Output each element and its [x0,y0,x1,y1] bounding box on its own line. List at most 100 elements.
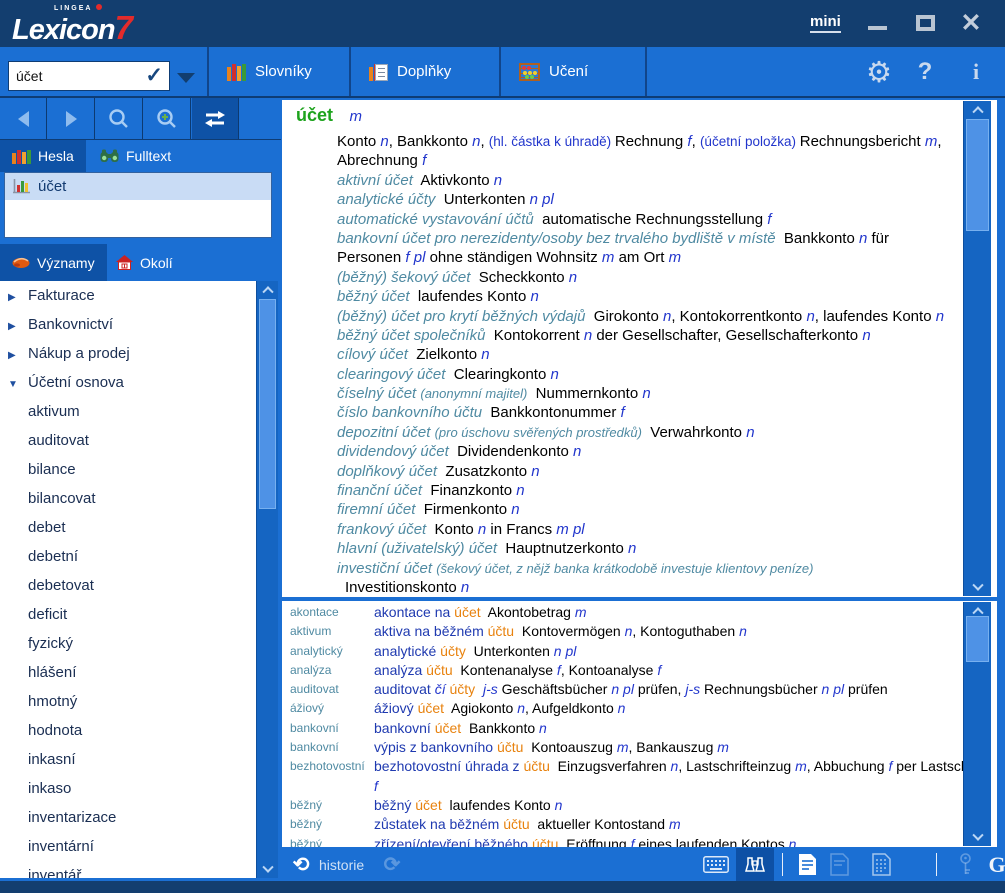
text-segment: čí [435,681,450,697]
text-segment: n [806,308,814,325]
tab-vyznamy[interactable]: Významy [0,244,107,281]
collocation-row[interactable]: analytickýanalytické účty Unterkonten n … [290,642,991,661]
tree-item[interactable]: bilance [0,455,256,484]
tree-item[interactable]: debet [0,513,256,542]
back-button[interactable] [0,98,47,139]
tree-item[interactable]: hmotný [0,687,256,716]
collocation-row[interactable]: aktivumaktiva na běžném účtu Kontovermög… [290,622,991,641]
tab-uceni[interactable]: Učení [501,47,645,96]
entry-scrollbar[interactable] [963,101,991,596]
tree-item-label: fyzický [28,635,73,652]
collocation-row[interactable]: běžnýběžný účet laufendes Konto n [290,796,991,815]
text-segment: běžný účet společníků [337,327,485,344]
collocation-text: bankovní účet Bankkonto n [374,719,991,738]
text-segment: n [530,288,538,305]
search-button[interactable] [96,98,143,139]
collocation-row[interactable]: ážiovýážiový účet Agiokonto n, Aufgeldko… [290,699,991,718]
minimize-button[interactable] [862,10,892,36]
collocation-row[interactable]: bankovnívýpis z bankovního účtu Kontoaus… [290,738,991,757]
text-segment: , Kontoanalyse [561,662,658,678]
tree-item[interactable]: auditovat [0,426,256,455]
scroll-down-arrow[interactable] [257,862,278,878]
tree-item[interactable]: fyzický [0,629,256,658]
text-segment [475,681,483,697]
tree-item[interactable]: aktivum [0,397,256,426]
google-search-button[interactable]: G [982,848,1005,881]
text-segment: j-s [483,681,498,697]
view-full-entry-button[interactable] [790,848,824,881]
scroll-up-arrow[interactable] [964,101,991,117]
tab-hesla-label: Hesla [38,148,74,164]
tree-item[interactable]: inkaso [0,774,256,803]
tree-item[interactable]: debetní [0,542,256,571]
tab-doplnky[interactable]: Doplňky [351,47,499,96]
tree-item[interactable]: inventarizace [0,803,256,832]
tree-item[interactable]: inventární [0,832,256,861]
scroll-down-arrow[interactable] [964,830,991,846]
forward-button[interactable] [48,98,95,139]
collocation-row[interactable]: běžnýzůstatek na běžném účtu aktueller K… [290,815,991,834]
tree-item[interactable]: inventář [0,861,256,878]
settings-button[interactable]: ⚙ [864,55,894,89]
triangle-right-icon: ▶ [8,312,28,341]
fulltext-search-button[interactable] [736,848,774,881]
swap-direction-button[interactable] [192,98,239,139]
text-segment: m [602,249,615,266]
toolbar-separator [645,47,647,96]
collocation-row[interactable]: analýzaanalýza účtu Kontenanalyse f, Kon… [290,661,991,680]
house-icon [116,255,133,270]
chevron-up-icon [262,286,273,297]
view-short-entry-button[interactable] [822,848,856,881]
dictionaries-icon [227,62,246,81]
close-button[interactable]: ✕ [956,10,986,36]
collocation-row[interactable]: auditovatauditovat čí účty j-s Geschäfts… [290,680,991,699]
entry-scroll-thumb[interactable] [966,119,989,231]
tree-item[interactable]: hlášení [0,658,256,687]
view-list-entry-button[interactable] [864,848,898,881]
advanced-search-button[interactable] [144,98,191,139]
collocation-row[interactable]: akontaceakontace na účet Akontobetrag m [290,603,991,622]
headword-item-selected[interactable]: účet [5,173,271,200]
tree-item[interactable]: ▼Účetní osnova [0,368,256,397]
tree-item[interactable]: inkasní [0,745,256,774]
search-history-dropdown[interactable] [177,73,195,83]
tree-item[interactable]: ▶Fakturace [0,281,256,310]
tree-item-label: debetovat [28,577,94,594]
entry-line: clearingový účet Clearingkonto n [296,365,997,384]
check-icon: ✓ [145,63,163,88]
collocation-row[interactable]: bezhotovostníbezhotovostní úhrada z účtu… [290,757,991,796]
tab-slovniky[interactable]: Slovníky [209,47,349,96]
tree-scroll-thumb[interactable] [259,299,276,509]
license-key-button[interactable] [948,848,982,881]
maximize-button[interactable] [910,10,940,36]
tree-scrollbar[interactable] [256,281,278,878]
help-button[interactable]: ? [913,55,937,89]
collocations-scrollbar[interactable] [963,602,991,846]
tree-item-label: bilancovat [28,490,96,507]
tab-okoli[interactable]: Okolí [104,244,185,281]
scroll-up-arrow[interactable] [257,281,278,297]
search-input[interactable] [9,62,139,90]
onscreen-keyboard-button[interactable] [698,848,734,881]
info-button[interactable]: i [966,55,986,89]
text-segment: účtu [497,739,523,755]
tree-item[interactable]: bilancovat [0,484,256,513]
tab-hesla[interactable]: Hesla [0,140,86,172]
scroll-down-arrow[interactable] [964,580,991,596]
collocations-scroll-thumb[interactable] [966,616,989,662]
collocation-row[interactable]: bankovníbankovní účet Bankkonto n [290,719,991,738]
collocation-text: analýza účtu Kontenanalyse f, Kontoanaly… [374,661,991,680]
tree-item[interactable]: debetovat [0,571,256,600]
tab-fulltext[interactable]: Fulltext [88,140,183,172]
collocation-row[interactable]: běžnýzřízení/otevření běžného účtu Eröff… [290,835,991,847]
mini-mode-link[interactable]: mini [810,13,841,33]
tree-item-label: bilance [28,461,76,478]
history-forward-button[interactable]: ⟳ [379,848,405,881]
text-segment: Unterkonten [435,191,529,208]
history-back-button[interactable]: ⟲ [288,848,314,881]
tree-item[interactable]: ▶Bankovnictví [0,310,256,339]
tree-item[interactable]: deficit [0,600,256,629]
tree-item[interactable]: hodnota [0,716,256,745]
tree-item-label: hmotný [28,693,77,710]
tree-item[interactable]: ▶Nákup a prodej [0,339,256,368]
